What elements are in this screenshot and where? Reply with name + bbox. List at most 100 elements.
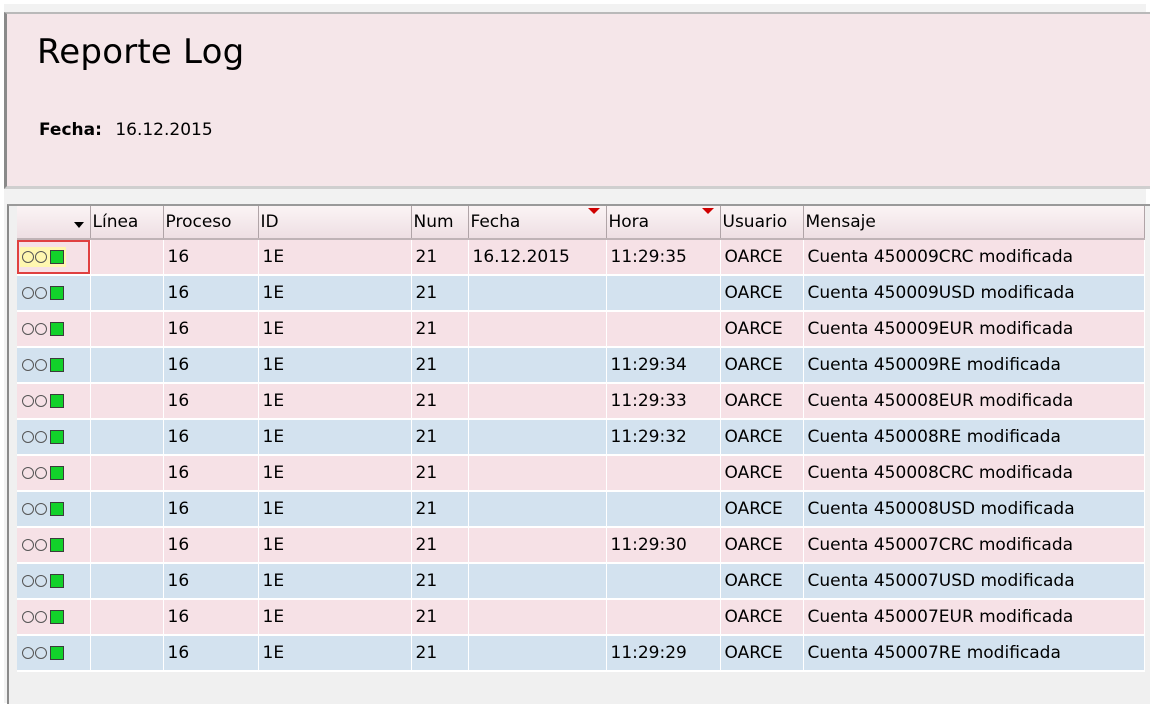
cell-id[interactable]: 1E	[258, 563, 412, 600]
cell-fecha[interactable]	[468, 347, 607, 384]
status-cell[interactable]	[17, 527, 91, 564]
cell-proceso[interactable]: 16	[163, 563, 259, 600]
cell-mensaje[interactable]: Cuenta 450007CRC modificada	[803, 527, 1145, 564]
cell-mensaje[interactable]: Cuenta 450007USD modificada	[803, 563, 1145, 600]
cell-id[interactable]: 1E	[258, 383, 412, 420]
cell-num[interactable]: 21	[411, 599, 469, 636]
cell-fecha[interactable]	[468, 599, 607, 636]
table-row[interactable]: 16 1E 21 OARCE Cuenta 450007USD modifica…	[17, 563, 1145, 600]
cell-mensaje[interactable]: Cuenta 450008USD modificada	[803, 491, 1145, 528]
cell-proceso[interactable]: 16	[163, 383, 259, 420]
cell-usuario[interactable]: OARCE	[720, 239, 804, 276]
status-cell[interactable]	[17, 635, 91, 672]
cell-mensaje[interactable]: Cuenta 450009RE modificada	[803, 347, 1145, 384]
cell-id[interactable]: 1E	[258, 491, 412, 528]
cell-id[interactable]: 1E	[258, 347, 412, 384]
table-row[interactable]: 16 1E 21 OARCE Cuenta 450008CRC modifica…	[17, 455, 1145, 492]
cell-id[interactable]: 1E	[258, 311, 412, 348]
cell-hora[interactable]	[606, 491, 721, 528]
cell-proceso[interactable]: 16	[163, 419, 259, 456]
cell-hora[interactable]: 11:29:33	[606, 383, 721, 420]
cell-linea[interactable]	[90, 491, 164, 528]
cell-hora[interactable]: 11:29:35	[606, 239, 721, 276]
table-row[interactable]: 16 1E 21 11:29:34 OARCE Cuenta 450009RE …	[17, 347, 1145, 384]
cell-hora[interactable]: 11:29:32	[606, 419, 721, 456]
cell-num[interactable]: 21	[411, 311, 469, 348]
cell-id[interactable]: 1E	[258, 455, 412, 492]
cell-linea[interactable]	[90, 347, 164, 384]
cell-fecha[interactable]	[468, 635, 607, 672]
table-row[interactable]: 16 1E 21 16.12.2015 11:29:35 OARCE Cuent…	[17, 239, 1145, 276]
cell-linea[interactable]	[90, 239, 164, 276]
cell-mensaje[interactable]: Cuenta 450009EUR modificada	[803, 311, 1145, 348]
cell-fecha[interactable]	[468, 455, 607, 492]
cell-usuario[interactable]: OARCE	[720, 599, 804, 636]
column-header-linea[interactable]: Línea	[90, 206, 164, 240]
cell-num[interactable]: 21	[411, 239, 469, 276]
status-cell[interactable]	[17, 419, 91, 456]
status-cell[interactable]	[17, 239, 91, 276]
cell-mensaje[interactable]: Cuenta 450008RE modificada	[803, 419, 1145, 456]
cell-usuario[interactable]: OARCE	[720, 383, 804, 420]
cell-linea[interactable]	[90, 275, 164, 312]
cell-fecha[interactable]	[468, 275, 607, 312]
cell-id[interactable]: 1E	[258, 419, 412, 456]
cell-mensaje[interactable]: Cuenta 450007RE modificada	[803, 635, 1145, 672]
cell-num[interactable]: 21	[411, 635, 469, 672]
table-row[interactable]: 16 1E 21 OARCE Cuenta 450009EUR modifica…	[17, 311, 1145, 348]
cell-linea[interactable]	[90, 419, 164, 456]
table-row[interactable]: 16 1E 21 11:29:32 OARCE Cuenta 450008RE …	[17, 419, 1145, 456]
cell-usuario[interactable]: OARCE	[720, 347, 804, 384]
cell-linea[interactable]	[90, 635, 164, 672]
cell-usuario[interactable]: OARCE	[720, 527, 804, 564]
column-header-fecha[interactable]: Fecha	[468, 206, 607, 240]
cell-fecha[interactable]	[468, 563, 607, 600]
cell-id[interactable]: 1E	[258, 635, 412, 672]
status-cell[interactable]	[17, 491, 91, 528]
table-row[interactable]: 16 1E 21 OARCE Cuenta 450008USD modifica…	[17, 491, 1145, 528]
cell-num[interactable]: 21	[411, 347, 469, 384]
cell-id[interactable]: 1E	[258, 527, 412, 564]
cell-proceso[interactable]: 16	[163, 527, 259, 564]
cell-num[interactable]: 21	[411, 383, 469, 420]
status-cell[interactable]	[17, 311, 91, 348]
table-row[interactable]: 16 1E 21 OARCE Cuenta 450007EUR modifica…	[17, 599, 1145, 636]
cell-usuario[interactable]: OARCE	[720, 491, 804, 528]
column-header-mensaje[interactable]: Mensaje	[803, 206, 1145, 240]
cell-mensaje[interactable]: Cuenta 450009USD modificada	[803, 275, 1145, 312]
column-header-status[interactable]	[17, 206, 91, 240]
cell-usuario[interactable]: OARCE	[720, 311, 804, 348]
cell-usuario[interactable]: OARCE	[720, 563, 804, 600]
cell-proceso[interactable]: 16	[163, 275, 259, 312]
status-cell[interactable]	[17, 563, 91, 600]
cell-linea[interactable]	[90, 527, 164, 564]
cell-num[interactable]: 21	[411, 419, 469, 456]
cell-hora[interactable]	[606, 599, 721, 636]
cell-usuario[interactable]: OARCE	[720, 419, 804, 456]
cell-mensaje[interactable]: Cuenta 450008EUR modificada	[803, 383, 1145, 420]
cell-mensaje[interactable]: Cuenta 450009CRC modificada	[803, 239, 1145, 276]
cell-linea[interactable]	[90, 599, 164, 636]
column-header-hora[interactable]: Hora	[606, 206, 721, 240]
cell-hora[interactable]	[606, 275, 721, 312]
cell-proceso[interactable]: 16	[163, 599, 259, 636]
status-cell[interactable]	[17, 455, 91, 492]
cell-fecha[interactable]	[468, 383, 607, 420]
cell-hora[interactable]	[606, 563, 721, 600]
cell-hora[interactable]	[606, 311, 721, 348]
cell-proceso[interactable]: 16	[163, 347, 259, 384]
cell-mensaje[interactable]: Cuenta 450008CRC modificada	[803, 455, 1145, 492]
cell-linea[interactable]	[90, 455, 164, 492]
cell-hora[interactable]: 11:29:29	[606, 635, 721, 672]
table-row[interactable]: 16 1E 21 11:29:29 OARCE Cuenta 450007RE …	[17, 635, 1145, 672]
cell-num[interactable]: 21	[411, 275, 469, 312]
cell-proceso[interactable]: 16	[163, 239, 259, 276]
cell-hora[interactable]	[606, 455, 721, 492]
cell-id[interactable]: 1E	[258, 239, 412, 276]
status-cell[interactable]	[17, 347, 91, 384]
cell-num[interactable]: 21	[411, 527, 469, 564]
cell-fecha[interactable]: 16.12.2015	[468, 239, 607, 276]
cell-linea[interactable]	[90, 311, 164, 348]
cell-linea[interactable]	[90, 383, 164, 420]
cell-usuario[interactable]: OARCE	[720, 635, 804, 672]
